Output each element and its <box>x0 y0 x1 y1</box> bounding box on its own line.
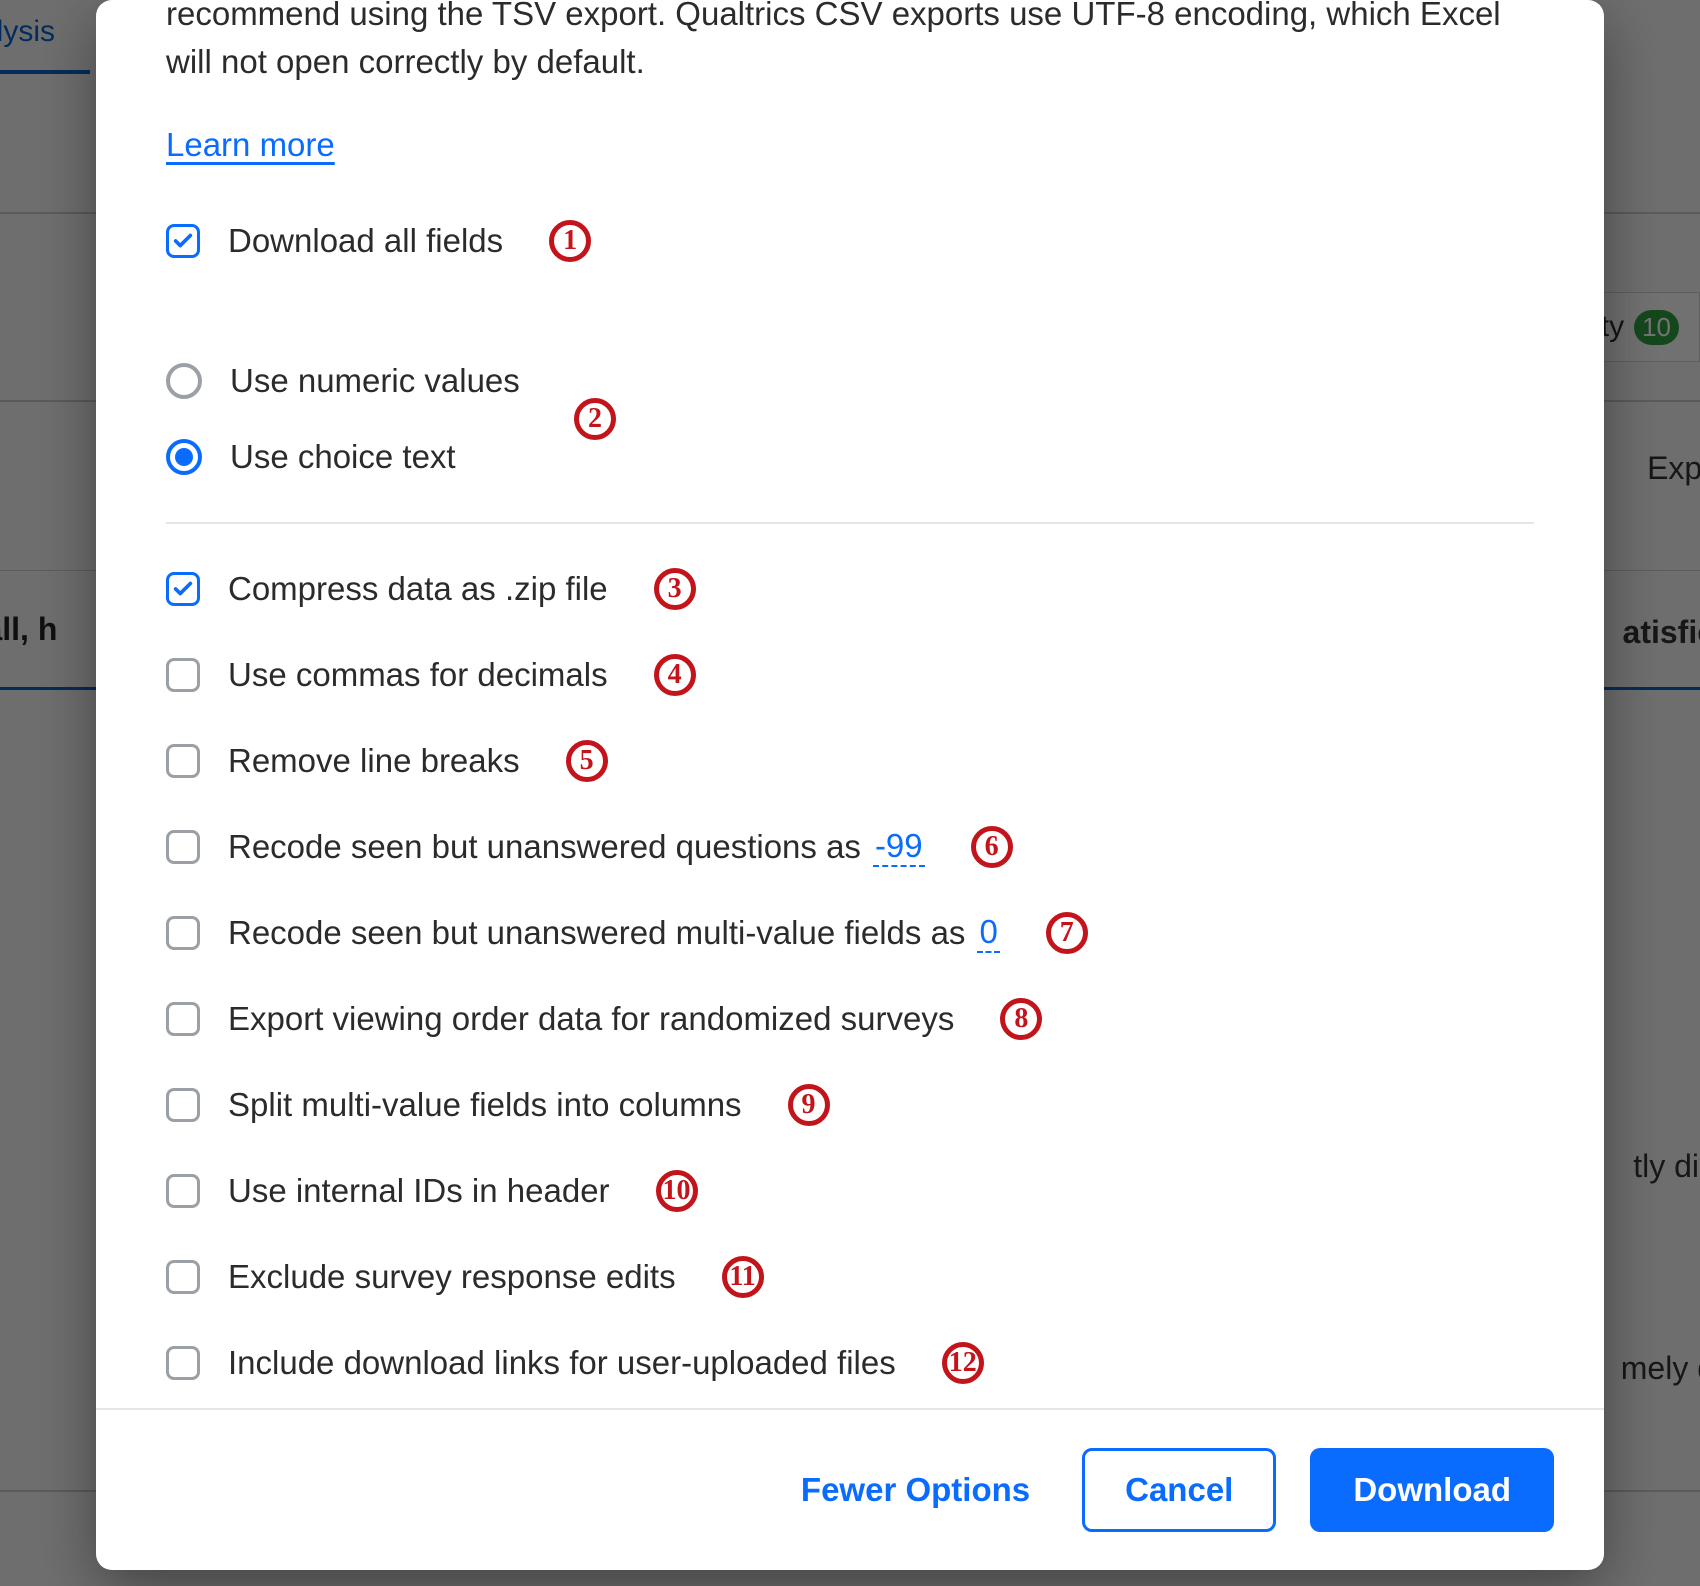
label-compress-zip: Compress data as .zip file <box>228 570 608 608</box>
checkbox-remove-line-breaks[interactable] <box>166 744 200 778</box>
download-button[interactable]: Download <box>1310 1448 1554 1532</box>
label-export-viewing-order: Export viewing order data for randomized… <box>228 1000 954 1038</box>
option-split-multivalue: Split multi-value fields into columns 9 <box>166 1084 1534 1126</box>
label-use-choice-text: Use choice text <box>230 438 456 476</box>
label-include-download-links: Include download links for user-uploaded… <box>228 1344 896 1382</box>
annotation-marker: 1 <box>549 220 591 262</box>
modal-footer: Fewer Options Cancel Download <box>96 1408 1604 1570</box>
annotation-marker: 5 <box>566 740 608 782</box>
checkbox-split-multivalue[interactable] <box>166 1088 200 1122</box>
option-internal-ids: Use internal IDs in header 10 <box>166 1170 1534 1212</box>
annotation-marker: 7 <box>1046 912 1088 954</box>
check-icon <box>172 230 194 252</box>
option-export-viewing-order: Export viewing order data for randomized… <box>166 998 1534 1040</box>
label-recode-multivalue: Recode seen but unanswered multi-value f… <box>228 913 1000 953</box>
annotation-marker: 11 <box>722 1256 764 1298</box>
separator <box>166 522 1534 524</box>
option-recode-multivalue: Recode seen but unanswered multi-value f… <box>166 912 1534 954</box>
option-use-choice-text: Use choice text <box>166 438 1534 476</box>
checkbox-download-all-fields[interactable] <box>166 224 200 258</box>
modal-description: recommend using the TSV export. Qualtric… <box>166 0 1534 86</box>
radio-use-numeric-values[interactable] <box>166 363 202 399</box>
option-recode-unanswered: Recode seen but unanswered questions as … <box>166 826 1534 868</box>
learn-more-link[interactable]: Learn more <box>166 126 335 164</box>
recode-value-input[interactable]: -99 <box>873 827 925 867</box>
export-options-modal: recommend using the TSV export. Qualtric… <box>96 0 1604 1570</box>
recode-multivalue-input[interactable]: 0 <box>977 913 999 953</box>
annotation-marker: 3 <box>654 568 696 610</box>
check-icon <box>172 578 194 600</box>
cancel-button[interactable]: Cancel <box>1082 1448 1276 1532</box>
checkbox-recode-multivalue[interactable] <box>166 916 200 950</box>
label-internal-ids: Use internal IDs in header <box>228 1172 610 1210</box>
label-commas-decimals: Use commas for decimals <box>228 656 608 694</box>
option-exclude-edits: Exclude survey response edits 11 <box>166 1256 1534 1298</box>
annotation-marker: 4 <box>654 654 696 696</box>
annotation-marker: 10 <box>656 1170 698 1212</box>
checkbox-exclude-edits[interactable] <box>166 1260 200 1294</box>
checkbox-commas-decimals[interactable] <box>166 658 200 692</box>
option-use-numeric-values: Use numeric values <box>166 362 1534 400</box>
label-use-numeric-values: Use numeric values <box>230 362 520 400</box>
checkbox-compress-zip[interactable] <box>166 572 200 606</box>
checkbox-recode-unanswered[interactable] <box>166 830 200 864</box>
label-recode-unanswered: Recode seen but unanswered questions as … <box>228 827 925 867</box>
option-include-download-links: Include download links for user-uploaded… <box>166 1342 1534 1384</box>
checkbox-internal-ids[interactable] <box>166 1174 200 1208</box>
annotation-marker: 9 <box>788 1084 830 1126</box>
checkbox-include-download-links[interactable] <box>166 1346 200 1380</box>
option-remove-line-breaks: Remove line breaks 5 <box>166 740 1534 782</box>
checkbox-export-viewing-order[interactable] <box>166 1002 200 1036</box>
label-remove-line-breaks: Remove line breaks <box>228 742 520 780</box>
option-commas-decimals: Use commas for decimals 4 <box>166 654 1534 696</box>
option-compress-zip: Compress data as .zip file 3 <box>166 568 1534 610</box>
option-download-all-fields: Download all fields 1 <box>166 220 1534 262</box>
annotation-marker: 6 <box>971 826 1013 868</box>
annotation-marker: 2 <box>574 398 616 440</box>
annotation-marker: 8 <box>1000 998 1042 1040</box>
radio-use-choice-text[interactable] <box>166 439 202 475</box>
fewer-options-button[interactable]: Fewer Options <box>783 1457 1048 1523</box>
label-download-all-fields: Download all fields <box>228 222 503 260</box>
annotation-marker: 12 <box>942 1342 984 1384</box>
label-exclude-edits: Exclude survey response edits <box>228 1258 676 1296</box>
label-split-multivalue: Split multi-value fields into columns <box>228 1086 742 1124</box>
